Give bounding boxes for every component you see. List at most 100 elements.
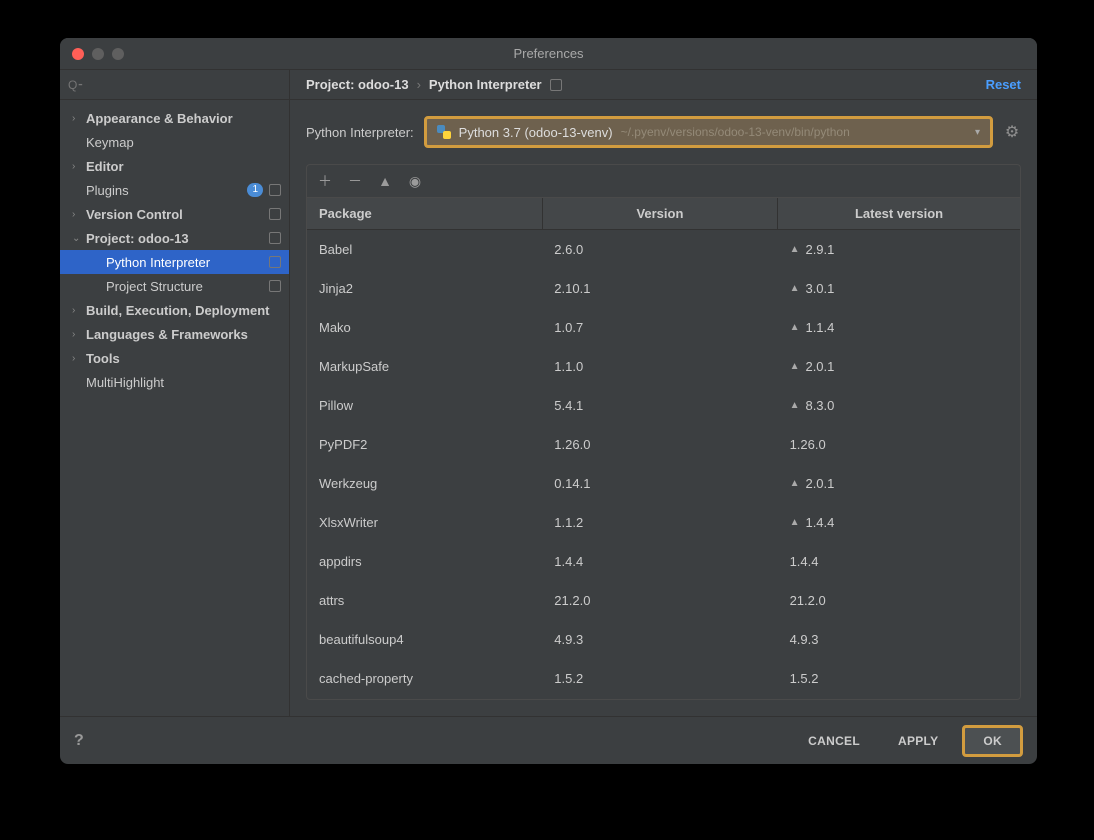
chevron-right-icon: ›	[72, 329, 86, 340]
package-name: PyPDF2	[307, 425, 542, 464]
titlebar: Preferences	[60, 38, 1037, 70]
package-latest: ▲1.4.4	[778, 503, 1020, 542]
table-row[interactable]: beautifulsoup44.9.34.9.3	[307, 620, 1020, 659]
upgrade-available-icon: ▲	[790, 478, 800, 489]
sidebar-item-label: MultiHighlight	[86, 375, 281, 390]
package-name: MarkupSafe	[307, 347, 542, 386]
preferences-window: Preferences ›Appearance & BehaviorKeymap…	[60, 38, 1037, 764]
breadcrumb-item[interactable]: Python Interpreter	[429, 77, 542, 92]
apply-button[interactable]: APPLY	[884, 726, 952, 756]
table-row[interactable]: MarkupSafe1.1.0▲2.0.1	[307, 347, 1020, 386]
package-version: 21.2.0	[542, 581, 777, 620]
table-row[interactable]: Jinja22.10.1▲3.0.1	[307, 269, 1020, 308]
current-project-icon	[550, 79, 562, 91]
package-name: Werkzeug	[307, 464, 542, 503]
upgrade-available-icon: ▲	[790, 322, 800, 333]
col-version[interactable]: Version	[542, 198, 777, 230]
sidebar-item[interactable]: Project Structure	[60, 274, 289, 298]
package-name: appdirs	[307, 542, 542, 581]
breadcrumb: Project: odoo-13 › Python Interpreter Re…	[290, 70, 1037, 100]
col-latest[interactable]: Latest version	[778, 198, 1020, 230]
sidebar-item-label: Editor	[86, 159, 281, 174]
sidebar-item-label: Languages & Frameworks	[86, 327, 281, 342]
upgrade-available-icon: ▲	[790, 244, 800, 255]
current-project-icon	[269, 208, 281, 220]
current-project-icon	[269, 232, 281, 244]
package-name: Jinja2	[307, 269, 542, 308]
python-icon	[437, 125, 451, 139]
table-row[interactable]: PyPDF21.26.01.26.0	[307, 425, 1020, 464]
sidebar-item[interactable]: ›Build, Execution, Deployment	[60, 298, 289, 322]
chevron-right-icon: ›	[72, 113, 86, 124]
ok-button[interactable]: OK	[962, 725, 1023, 757]
chevron-down-icon: ⌄	[72, 233, 86, 244]
package-version: 1.1.2	[542, 503, 777, 542]
sidebar-item[interactable]: Python Interpreter	[60, 250, 289, 274]
package-latest: 21.2.0	[778, 581, 1020, 620]
search-row	[60, 70, 289, 100]
upgrade-available-icon: ▲	[790, 361, 800, 372]
package-name: cached-property	[307, 659, 542, 698]
sidebar-item[interactable]: MultiHighlight	[60, 370, 289, 394]
table-row[interactable]: Mako1.0.7▲1.1.4	[307, 308, 1020, 347]
package-latest: 1.5.2	[778, 659, 1020, 698]
sidebar-item-label: Version Control	[86, 207, 267, 222]
table-row[interactable]: appdirs1.4.41.4.4	[307, 542, 1020, 581]
sidebar-item-label: Project: odoo-13	[86, 231, 267, 246]
chevron-right-icon: ›	[417, 77, 421, 92]
interpreter-dropdown[interactable]: Python 3.7 (odoo-13-venv) ~/.pyenv/versi…	[424, 116, 993, 148]
table-row[interactable]: Babel2.6.0▲2.9.1	[307, 230, 1020, 270]
gear-icon[interactable]: ⚙	[1003, 123, 1021, 141]
table-row[interactable]: Pillow5.4.1▲8.3.0	[307, 386, 1020, 425]
sidebar-item-label: Keymap	[86, 135, 281, 150]
package-version: 4.9.3	[542, 620, 777, 659]
table-row[interactable]: Werkzeug0.14.1▲2.0.1	[307, 464, 1020, 503]
package-version: 2.6.0	[542, 230, 777, 270]
package-version: 5.4.1	[542, 386, 777, 425]
sidebar-item[interactable]: ›Languages & Frameworks	[60, 322, 289, 346]
add-icon[interactable]: ＋	[317, 171, 333, 191]
interpreter-label: Python Interpreter:	[306, 125, 414, 140]
sidebar-item[interactable]: ›Editor	[60, 154, 289, 178]
table-row[interactable]: cached-property1.5.21.5.2	[307, 659, 1020, 698]
table-row[interactable]: attrs21.2.021.2.0	[307, 581, 1020, 620]
package-version: 1.0.7	[542, 308, 777, 347]
package-name: Mako	[307, 308, 542, 347]
upgrade-available-icon: ▲	[790, 400, 800, 411]
sidebar-item[interactable]: ⌄Project: odoo-13	[60, 226, 289, 250]
col-package[interactable]: Package	[307, 198, 542, 230]
sidebar-item-label: Project Structure	[106, 279, 267, 294]
package-name: attrs	[307, 581, 542, 620]
cancel-button[interactable]: CANCEL	[794, 726, 874, 756]
package-version: 1.1.0	[542, 347, 777, 386]
sidebar-item-label: Appearance & Behavior	[86, 111, 281, 126]
package-version: 2.10.1	[542, 269, 777, 308]
package-table-wrap: Package Version Latest version Babel2.6.…	[306, 197, 1021, 700]
sidebar-item[interactable]: Plugins1	[60, 178, 289, 202]
reset-link[interactable]: Reset	[986, 77, 1021, 92]
sidebar-item[interactable]: ›Appearance & Behavior	[60, 106, 289, 130]
search-input[interactable]	[68, 78, 281, 92]
package-name: XlsxWriter	[307, 503, 542, 542]
package-table: Package Version Latest version Babel2.6.…	[307, 198, 1020, 698]
eye-icon[interactable]: ◉	[407, 173, 423, 190]
package-latest: ▲1.1.4	[778, 308, 1020, 347]
help-icon[interactable]: ?	[74, 732, 84, 750]
current-project-icon	[269, 280, 281, 292]
remove-icon[interactable]: －	[347, 171, 363, 191]
sidebar-tree: ›Appearance & BehaviorKeymap›EditorPlugi…	[60, 100, 289, 716]
chevron-right-icon: ›	[72, 305, 86, 316]
table-row[interactable]: XlsxWriter1.1.2▲1.4.4	[307, 503, 1020, 542]
breadcrumb-item[interactable]: Project: odoo-13	[306, 77, 409, 92]
current-project-icon	[269, 256, 281, 268]
upgrade-icon[interactable]: ▲	[377, 173, 393, 189]
sidebar-item[interactable]: ›Tools	[60, 346, 289, 370]
sidebar-item[interactable]: Keymap	[60, 130, 289, 154]
package-latest: ▲2.0.1	[778, 464, 1020, 503]
package-version: 1.4.4	[542, 542, 777, 581]
chevron-right-icon: ›	[72, 209, 86, 220]
sidebar-item-label: Python Interpreter	[106, 255, 267, 270]
upgrade-available-icon: ▲	[790, 517, 800, 528]
sidebar-item[interactable]: ›Version Control	[60, 202, 289, 226]
package-name: Pillow	[307, 386, 542, 425]
